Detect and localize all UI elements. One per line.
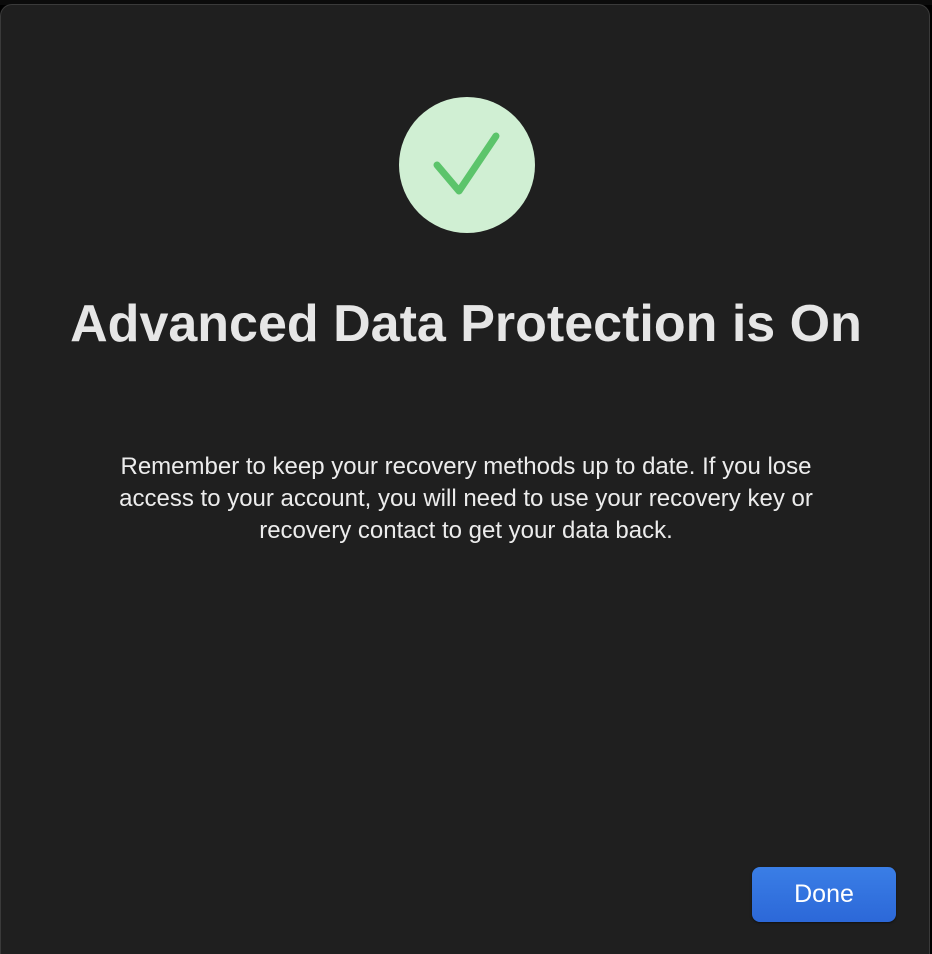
dialog-message: Remember to keep your recovery methods u…	[119, 453, 813, 544]
success-badge	[399, 97, 535, 233]
checkmark-icon	[433, 132, 500, 195]
done-button[interactable]: Done	[752, 867, 896, 922]
dialog-title: Advanced Data Protection is On	[70, 295, 862, 353]
